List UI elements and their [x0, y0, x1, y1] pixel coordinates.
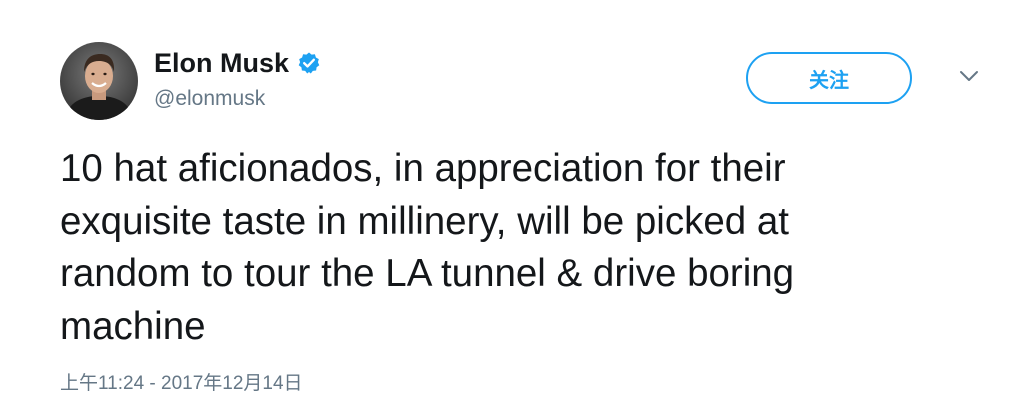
display-name[interactable]: Elon Musk [154, 46, 289, 80]
tweet-text: 10 hat aficionados, in appreciation for … [60, 147, 795, 348]
avatar[interactable] [60, 42, 138, 120]
verified-badge-icon [297, 51, 321, 75]
tweet-header: Elon Musk @elonmusk 关注 [60, 40, 984, 120]
chevron-down-icon[interactable] [958, 68, 980, 84]
tweet-timestamp[interactable]: 上午11:24 - 2017年12月14日 [60, 371, 303, 397]
tweet-card: Elon Musk @elonmusk 关注 10 hat aficionado… [0, 0, 1024, 415]
author-info: Elon Musk @elonmusk [154, 46, 321, 112]
follow-button[interactable]: 关注 [746, 52, 912, 104]
name-row: Elon Musk [154, 46, 321, 80]
avatar-image [60, 42, 138, 120]
user-handle[interactable]: @elonmusk [154, 86, 321, 112]
